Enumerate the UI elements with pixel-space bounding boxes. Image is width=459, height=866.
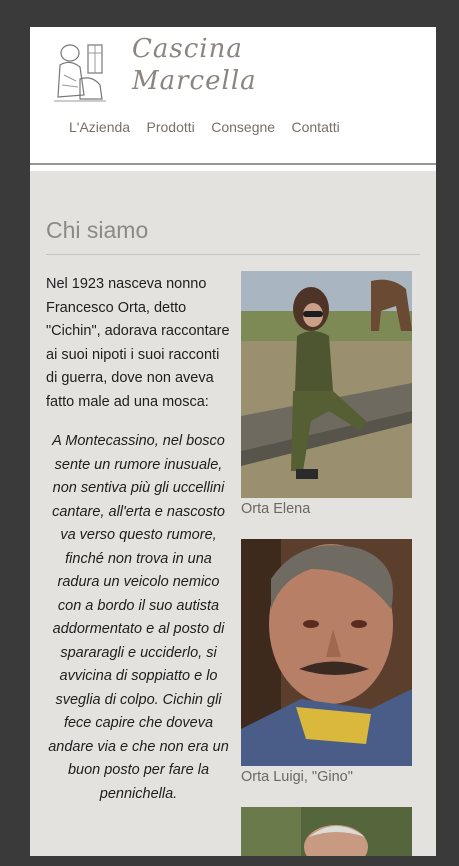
brand-logo[interactable]: Cascina Marcella <box>130 32 330 102</box>
nav-item-contatti[interactable]: Contatti <box>292 119 340 135</box>
photo-elena-caption: Orta Elena <box>241 501 311 517</box>
nav-item-consegne[interactable]: Consegne <box>211 119 275 135</box>
site-header: Cascina Marcella L'Azienda Prodotti Cons… <box>30 27 436 165</box>
brand-line-2: Marcella <box>132 66 257 96</box>
brand-line-1: Cascina <box>132 34 243 64</box>
nav-item-azienda[interactable]: L'Azienda <box>69 119 130 135</box>
main-nav: L'Azienda Prodotti Consegne Contatti <box>69 119 352 139</box>
section-title: Chi siamo <box>46 217 149 243</box>
page: Cascina Marcella L'Azienda Prodotti Cons… <box>30 27 436 856</box>
photo-third-image <box>241 807 412 856</box>
story-intro: Nel 1923 nasceva nonno Francesco Orta, d… <box>46 276 230 410</box>
header-band <box>30 165 436 171</box>
photo-third <box>241 807 412 856</box>
photo-elena <box>241 271 412 498</box>
photo-elena-image <box>241 271 412 498</box>
nav-item-prodotti[interactable]: Prodotti <box>147 119 195 135</box>
story-text: Nel 1923 nasceva nonno Francesco Orta, d… <box>46 273 231 822</box>
photo-gino-image <box>241 539 412 766</box>
story-quote: A Montecassino, nel bosco sente un rumor… <box>48 433 229 802</box>
photo-gino-caption: Orta Luigi, "Gino" <box>241 769 353 785</box>
photo-gino <box>241 539 412 766</box>
farmer-logo-icon[interactable] <box>50 35 108 105</box>
title-divider <box>46 254 420 255</box>
